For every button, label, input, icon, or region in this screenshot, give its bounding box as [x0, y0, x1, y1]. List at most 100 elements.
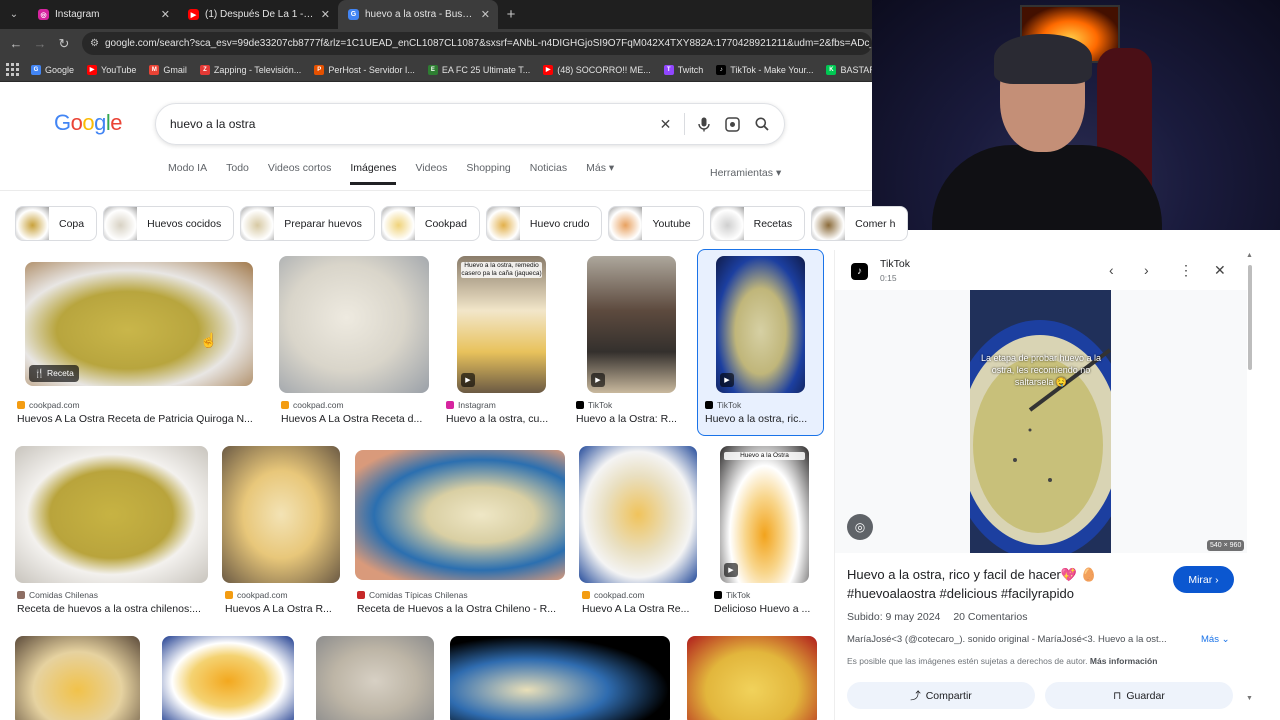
related-chip[interactable]: Preparar huevos — [240, 206, 375, 241]
bookmark-item[interactable]: T Twitch — [663, 64, 703, 75]
related-chip[interactable]: Huevo crudo — [485, 206, 603, 241]
result-image[interactable] — [162, 636, 294, 720]
result-image[interactable]: Huevo a la ostra, remedio casero pa la c… — [457, 256, 546, 393]
bookmark-favicon-icon: P — [314, 64, 325, 75]
result-image[interactable] — [15, 446, 208, 583]
tab-todo[interactable]: Todo — [226, 162, 249, 185]
panel-title[interactable]: Huevo a la ostra, rico y facil de hacer💖… — [847, 565, 1157, 603]
lens-camera-icon[interactable] — [718, 116, 747, 132]
next-icon[interactable]: › — [1144, 262, 1149, 278]
more-options-icon[interactable]: ⋮ — [1179, 262, 1193, 279]
related-chip[interactable]: Youtube — [608, 206, 704, 241]
lens-search-icon[interactable]: ◎ — [847, 514, 873, 540]
panel-scrollbar[interactable]: ▲ ▼ — [1246, 250, 1254, 705]
result-image[interactable] — [279, 256, 429, 393]
result-image[interactable] — [687, 636, 817, 720]
result-image[interactable] — [355, 450, 565, 580]
result-title[interactable]: Delicioso Huevo a ... — [714, 603, 814, 615]
result-image[interactable]: Huevo a la Ostra ▶ — [720, 446, 809, 583]
result-title[interactable]: Receta de huevos a la ostra chilenos:... — [17, 603, 207, 615]
result-source[interactable]: TikTok — [576, 400, 612, 410]
search-icon[interactable] — [747, 117, 776, 131]
result-title[interactable]: Huevos A La Ostra R... — [225, 603, 337, 615]
tools-menu[interactable]: Herramientas ▾ — [710, 167, 781, 179]
close-icon[interactable]: ✕ — [1214, 262, 1226, 279]
bookmark-item[interactable]: ▶ YouTube — [87, 64, 136, 75]
tab-im-genes[interactable]: Imágenes — [350, 162, 397, 185]
apps-grid-icon[interactable] — [6, 62, 19, 77]
url-field[interactable]: ⚙ google.com/search?sca_esv=99de33207cb8… — [82, 32, 872, 55]
result-title[interactable]: Huevos A La Ostra Receta de Patricia Qui… — [17, 413, 257, 425]
tab-youtube[interactable]: ▶ (1) Después De La 1 - YouTube ✕ — [178, 0, 338, 29]
tab-search-icon[interactable]: ⌄ — [0, 0, 28, 29]
result-source[interactable]: cookpad.com — [17, 400, 80, 410]
microphone-icon[interactable] — [689, 117, 718, 132]
site-info-icon[interactable]: ⚙ — [90, 38, 99, 49]
result-image[interactable] — [579, 446, 697, 583]
bookmark-item[interactable]: ▶ (48) SOCORRO!! ME... — [543, 64, 651, 75]
result-image[interactable]: ▶ — [587, 256, 676, 393]
bookmark-item[interactable]: P PerHost - Servidor I... — [314, 64, 415, 75]
related-chip[interactable]: Huevos cocidos — [103, 206, 235, 241]
watch-button[interactable]: Mirar › — [1173, 566, 1234, 593]
google-logo[interactable]: Google — [54, 110, 123, 136]
result-source[interactable]: cookpad.com — [281, 400, 344, 410]
related-chip[interactable]: Cookpad — [380, 206, 480, 241]
search-box[interactable]: huevo a la ostra ✕ — [155, 103, 785, 145]
bookmark-item[interactable]: E EA FC 25 Ultimate T... — [427, 64, 530, 75]
more-info-link[interactable]: Más información — [1090, 656, 1158, 666]
search-input[interactable]: huevo a la ostra — [170, 117, 651, 131]
result-source[interactable]: Comidas Chilenas — [17, 590, 98, 600]
tab-videos-cortos[interactable]: Videos cortos — [268, 162, 331, 185]
scroll-down-icon[interactable]: ▼ — [1246, 695, 1253, 702]
panel-source[interactable]: TikTok — [880, 258, 910, 270]
result-image[interactable]: 🍴 Receta — [25, 262, 253, 386]
result-source[interactable]: Instagram — [446, 400, 496, 410]
result-title[interactable]: Huevo a la ostra, cu... — [446, 413, 556, 425]
scrollbar-thumb[interactable] — [1248, 265, 1252, 370]
tab-videos[interactable]: Videos — [415, 162, 447, 185]
result-title[interactable]: Huevos A La Ostra Receta d... — [281, 413, 426, 425]
scroll-up-icon[interactable]: ▲ — [1246, 252, 1253, 259]
result-source[interactable]: TikTok — [714, 590, 750, 600]
bookmark-item[interactable]: ♪ TikTok - Make Your... — [716, 64, 813, 75]
more-button[interactable]: Más ⌄ — [1201, 634, 1230, 645]
result-source[interactable]: cookpad.com — [582, 590, 645, 600]
bookmark-item[interactable]: M Gmail — [149, 64, 187, 75]
tab-shopping[interactable]: Shopping — [466, 162, 510, 185]
result-image[interactable] — [222, 446, 340, 583]
reload-icon[interactable]: ↻ — [52, 32, 76, 56]
bookmark-item[interactable]: Z Zapping - Televisión... — [199, 64, 301, 75]
save-button[interactable]: ⊓ Guardar — [1045, 682, 1233, 709]
related-chip[interactable]: Recetas — [709, 206, 806, 241]
result-title[interactable]: Huevo a la Ostra: R... — [576, 413, 686, 425]
forward-icon[interactable]: → — [28, 32, 52, 56]
result-title[interactable]: Receta de Huevos a la Ostra Chileno - R.… — [357, 603, 562, 615]
share-button[interactable]: ⤴ Compartir — [847, 682, 1035, 709]
previous-icon[interactable]: ‹ — [1109, 262, 1114, 278]
new-tab-button[interactable]: + — [498, 0, 524, 29]
result-image[interactable] — [316, 636, 434, 720]
tab-noticias[interactable]: Noticias — [530, 162, 567, 185]
bookmark-item[interactable]: G Google — [31, 64, 74, 75]
tab-modo-ia[interactable]: Modo IA — [168, 162, 207, 185]
result-source[interactable]: cookpad.com — [225, 590, 288, 600]
related-chip[interactable]: Comer h — [811, 206, 909, 241]
result-image[interactable]: ▶ — [716, 256, 805, 393]
tab-instagram[interactable]: ◎ Instagram ✕ — [28, 0, 178, 29]
back-icon[interactable]: ← — [4, 32, 28, 56]
result-source[interactable]: Comidas Típicas Chilenas — [357, 590, 468, 600]
close-icon[interactable]: ✕ — [321, 8, 330, 21]
preview-image[interactable]: La etapa de probar huevo a la ostra, les… — [970, 290, 1111, 553]
related-chip[interactable]: Copa — [15, 206, 98, 241]
result-image[interactable] — [15, 636, 140, 720]
close-icon[interactable]: ✕ — [161, 8, 170, 21]
clear-icon[interactable]: ✕ — [651, 116, 680, 133]
tab-m-s[interactable]: Más ▾ — [586, 162, 614, 185]
result-title[interactable]: Huevo a la ostra, ric... — [705, 413, 815, 425]
tab-google-search[interactable]: G huevo a la ostra - Buscar con G ✕ — [338, 0, 498, 29]
result-source[interactable]: TikTok — [705, 400, 741, 410]
result-image[interactable] — [450, 636, 670, 720]
close-icon[interactable]: ✕ — [481, 8, 490, 21]
result-title[interactable]: Huevo A La Ostra Re... — [582, 603, 694, 615]
